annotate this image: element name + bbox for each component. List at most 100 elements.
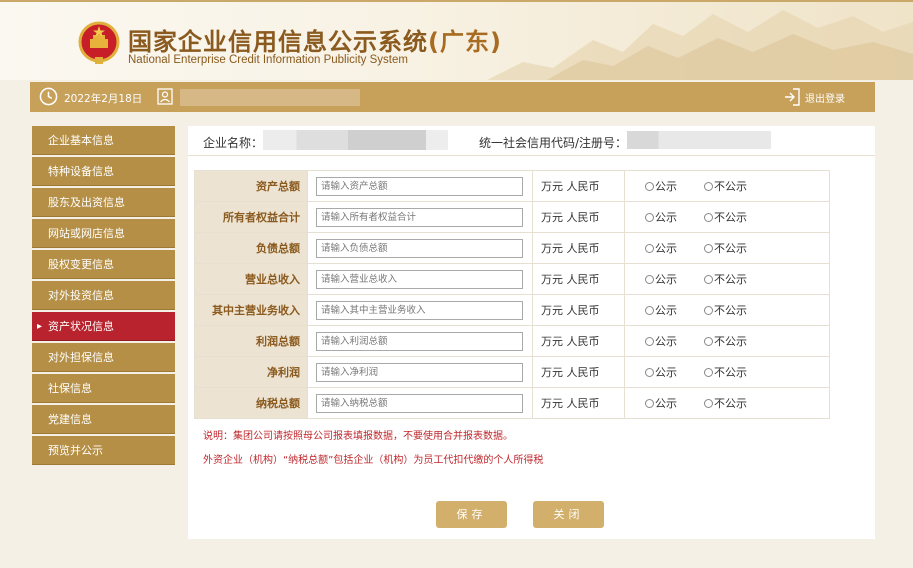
unit-label: 万元 人民币 xyxy=(532,232,625,264)
company-name-masked xyxy=(263,130,448,150)
credit-code-label: 统一社会信用代码/注册号： xyxy=(479,136,628,150)
logout-button[interactable]: 退出登录 xyxy=(784,88,845,106)
public-radio[interactable]: 公示 xyxy=(645,271,677,287)
public-radio[interactable]: 公示 xyxy=(645,364,677,380)
form-row: 负债总额 万元 人民币 公示 不公示 xyxy=(194,232,830,264)
not-public-radio[interactable]: 不公示 xyxy=(704,302,747,318)
public-radio[interactable]: 公示 xyxy=(645,395,677,411)
sidebar-item-7[interactable]: 对外担保信息 xyxy=(32,343,175,372)
public-radio[interactable]: 公示 xyxy=(645,209,677,225)
amount-input[interactable] xyxy=(316,393,523,413)
save-button[interactable]: 保存 xyxy=(436,501,507,528)
field-input-cell xyxy=(307,201,533,233)
note-group-company: 说明：集团公司请按照母公司报表填报数据，不要使用合并报表数据。 xyxy=(203,431,513,442)
not-public-radio-label: 不公示 xyxy=(714,366,747,379)
radio-circle-icon xyxy=(645,336,654,346)
not-public-radio[interactable]: 不公示 xyxy=(704,209,747,225)
amount-input[interactable] xyxy=(316,300,523,320)
mountain-background xyxy=(487,10,913,80)
field-input-cell xyxy=(307,325,533,357)
field-label: 纳税总额 xyxy=(194,387,308,419)
amount-input[interactable] xyxy=(316,269,523,289)
unit-label: 万元 人民币 xyxy=(532,356,625,388)
username-masked xyxy=(180,89,360,106)
sidebar-item-9[interactable]: 党建信息 xyxy=(32,405,175,434)
form-row: 净利润 万元 人民币 公示 不公示 xyxy=(194,356,830,388)
radio-circle-icon xyxy=(704,336,713,346)
not-public-radio[interactable]: 不公示 xyxy=(704,333,747,349)
not-public-radio-label: 不公示 xyxy=(714,397,747,410)
sidebar-item-2[interactable]: 股东及出资信息 xyxy=(32,188,175,217)
publicity-options: 公示 不公示 xyxy=(624,263,830,295)
amount-input[interactable] xyxy=(316,331,523,351)
sidebar-item-0[interactable]: 企业基本信息 xyxy=(32,126,175,155)
not-public-radio[interactable]: 不公示 xyxy=(704,364,747,380)
sidebar-item-3[interactable]: 网站或网店信息 xyxy=(32,219,175,248)
field-label: 利润总额 xyxy=(194,325,308,357)
publicity-options: 公示 不公示 xyxy=(624,201,830,233)
amount-input[interactable] xyxy=(316,238,523,258)
sidebar-item-4[interactable]: 股权变更信息 xyxy=(32,250,175,279)
not-public-radio-label: 不公示 xyxy=(714,211,747,224)
company-name-label: 企业名称： xyxy=(203,136,264,150)
sidebar-item-10[interactable]: 预览并公示 xyxy=(32,436,175,465)
radio-circle-icon xyxy=(645,305,654,315)
field-label: 所有者权益合计 xyxy=(194,201,308,233)
not-public-radio[interactable]: 不公示 xyxy=(704,271,747,287)
not-public-radio-label: 不公示 xyxy=(714,304,747,317)
not-public-radio-label: 不公示 xyxy=(714,242,747,255)
form-row: 其中主营业务收入 万元 人民币 公示 不公示 xyxy=(194,294,830,326)
amount-input[interactable] xyxy=(316,207,523,227)
main-panel: 企业名称： 统一社会信用代码/注册号： 资产总额万元 人民币公示不公示所有者权益… xyxy=(188,126,875,539)
unit-label: 万元 人民币 xyxy=(532,263,625,295)
field-input-cell xyxy=(307,263,533,295)
form-row: 所有者权益合计 万元 人民币 公示 不公示 xyxy=(194,201,830,233)
public-radio-label: 公示 xyxy=(655,366,677,379)
public-radio-label: 公示 xyxy=(655,180,677,193)
clock-icon xyxy=(39,87,58,106)
unit-label: 万元 人民币 xyxy=(532,170,625,202)
publicity-options: 公示 不公示 xyxy=(624,294,830,326)
field-label: 净利润 xyxy=(194,356,308,388)
unit-label: 万元 人民币 xyxy=(532,294,625,326)
public-radio-label: 公示 xyxy=(655,335,677,348)
close-button[interactable]: 关闭 xyxy=(533,501,604,528)
sidebar-item-1[interactable]: 特种设备信息 xyxy=(32,157,175,186)
radio-circle-icon xyxy=(645,398,654,408)
public-radio[interactable]: 公示 xyxy=(645,333,677,349)
field-label: 负债总额 xyxy=(194,232,308,264)
unit-label: 万元 人民币 xyxy=(532,201,625,233)
national-emblem-icon xyxy=(78,21,120,64)
radio-circle-icon xyxy=(704,367,713,377)
field-label: 资产总额 xyxy=(194,170,308,202)
radio-circle-icon xyxy=(704,243,713,253)
site-title-english: National Enterprise Credit Information P… xyxy=(128,54,408,66)
amount-input[interactable] xyxy=(316,362,523,382)
public-radio-label: 公示 xyxy=(655,304,677,317)
form-row: 纳税总额 万元 人民币 公示 不公示 xyxy=(194,387,830,419)
radio-circle-icon xyxy=(645,181,654,191)
public-radio[interactable]: 公示 xyxy=(645,302,677,318)
amount-input[interactable] xyxy=(316,176,523,196)
credit-code-masked xyxy=(627,131,771,149)
user-icon xyxy=(157,88,173,105)
public-radio[interactable]: 公示 xyxy=(645,240,677,256)
publicity-options: 公示 不公示 xyxy=(624,387,830,419)
logout-label: 退出登录 xyxy=(805,93,845,105)
sidebar-item-8[interactable]: 社保信息 xyxy=(32,374,175,403)
not-public-radio[interactable]: 不公示 xyxy=(704,178,747,194)
radio-circle-icon xyxy=(704,398,713,408)
asset-form-table: 资产总额万元 人民币公示不公示所有者权益合计万元 人民币公示不公示负债总额万元 … xyxy=(194,170,830,419)
public-radio[interactable]: 公示 xyxy=(645,178,677,194)
sidebar-item-6[interactable]: 资产状况信息 xyxy=(32,312,175,341)
public-radio-label: 公示 xyxy=(655,273,677,286)
sidebar-item-5[interactable]: 对外投资信息 xyxy=(32,281,175,310)
site-header: 国家企业信用信息公示系统(广东) National Enterprise Cre… xyxy=(0,0,913,80)
not-public-radio[interactable]: 不公示 xyxy=(704,395,747,411)
site-title-region: (广东) xyxy=(428,28,502,56)
not-public-radio[interactable]: 不公示 xyxy=(704,240,747,256)
field-input-cell xyxy=(307,387,533,419)
publicity-options: 公示 不公示 xyxy=(624,170,830,202)
site-title: 国家企业信用信息公示系统(广东) xyxy=(128,28,502,56)
company-info-bar: 企业名称： 统一社会信用代码/注册号： xyxy=(188,126,875,156)
